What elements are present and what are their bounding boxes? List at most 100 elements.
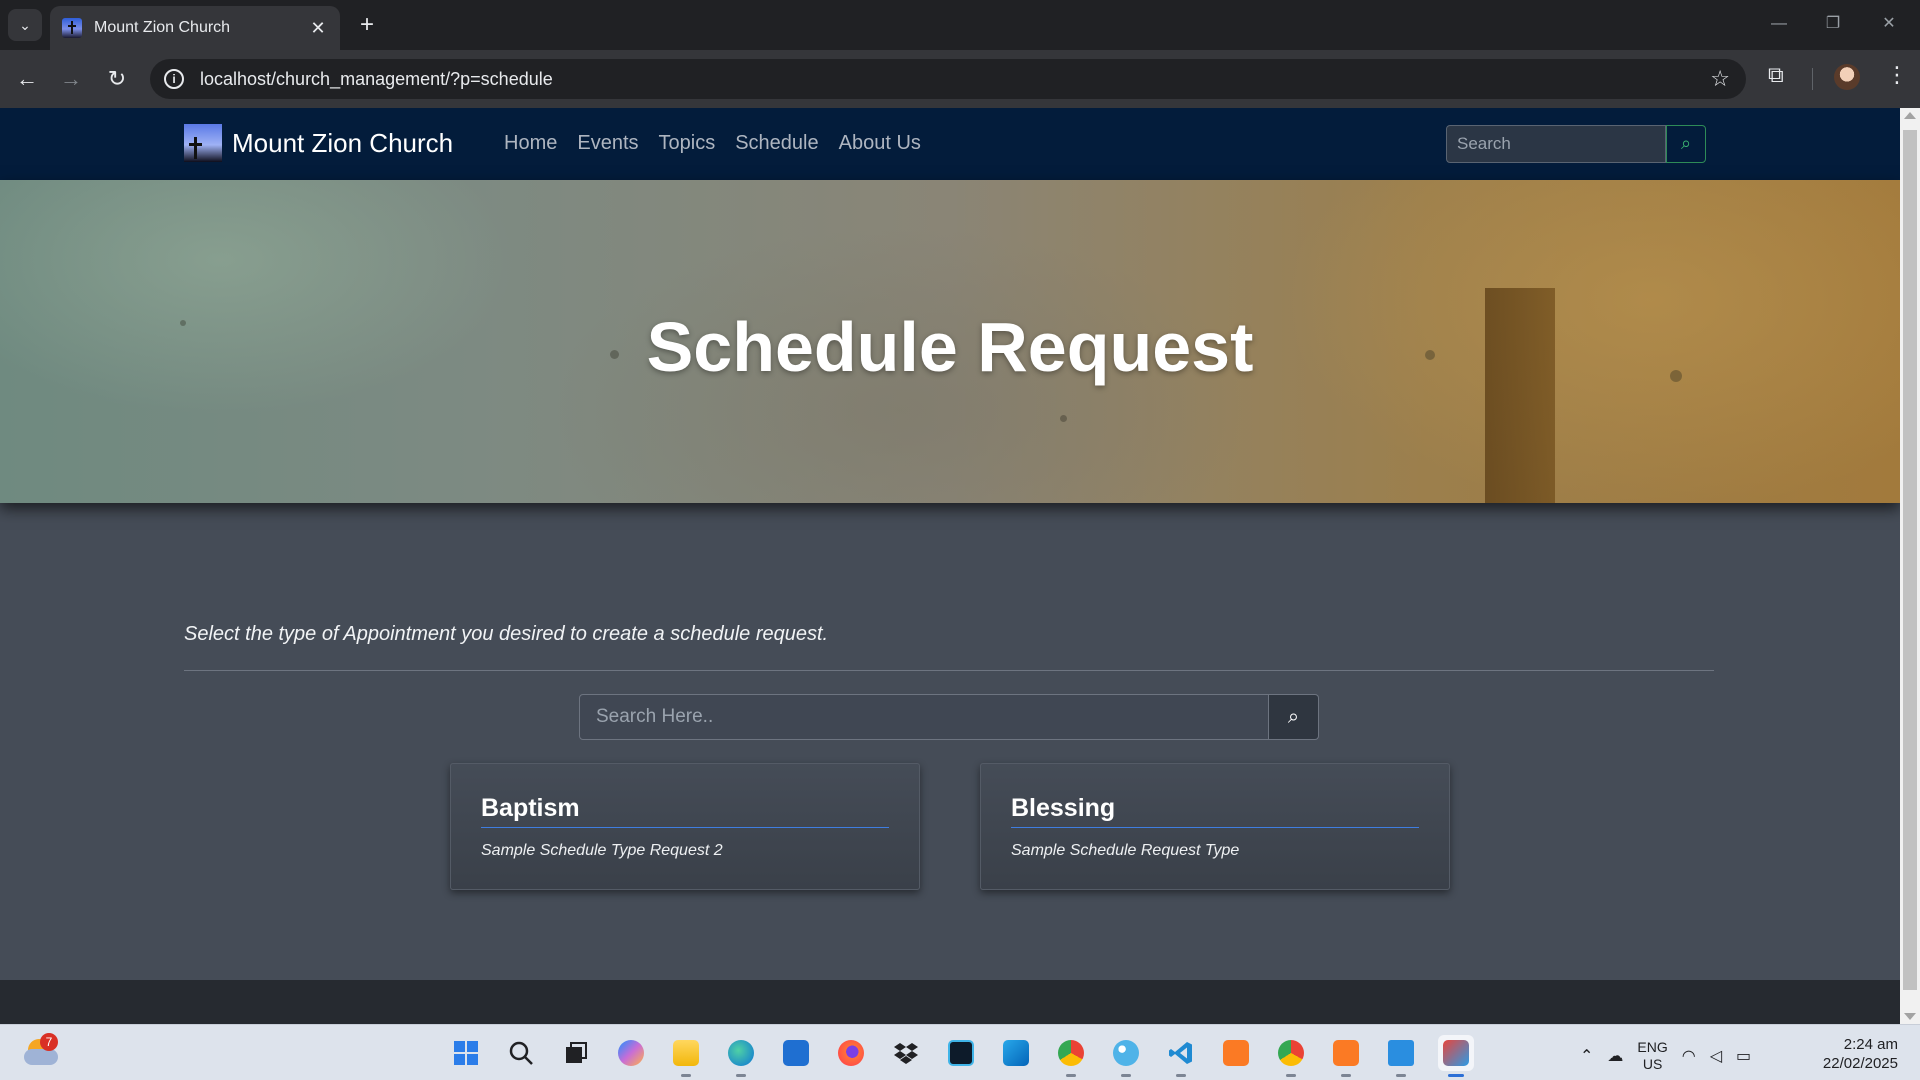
nav-link-topics[interactable]: Topics (659, 132, 716, 155)
file-explorer-app[interactable] (668, 1035, 704, 1077)
running-indicator (736, 1074, 746, 1077)
church-logo-icon (184, 124, 222, 162)
taskbar-clock[interactable]: 2:24 am 22/02/2025 (1810, 1035, 1898, 1073)
back-button[interactable]: ← (12, 64, 42, 94)
windows-taskbar: 7 ⌃ ☁ ENG US ◠ ◁ ▭ 2:24 am 22/02/2025 (0, 1024, 1920, 1080)
language-indicator[interactable]: ENG US (1637, 1039, 1667, 1073)
vscode-app[interactable] (1163, 1035, 1199, 1077)
browser-tab[interactable]: Mount Zion Church ✕ (50, 6, 340, 50)
page-scrollbar[interactable] (1900, 108, 1920, 1024)
schedule-type-card-blessing[interactable]: Blessing Sample Schedule Request Type (980, 763, 1450, 890)
clock-date: 22/02/2025 (1822, 1055, 1898, 1072)
card-description: Sample Schedule Type Request 2 (481, 842, 723, 859)
nav-link-home[interactable]: Home (504, 132, 557, 155)
volume-icon[interactable]: ◁ (1710, 1046, 1722, 1066)
toolbar-separator (1812, 68, 1813, 90)
running-indicator (1066, 1074, 1076, 1077)
windows-logo-icon (454, 1041, 478, 1065)
nav-link-about-us[interactable]: About Us (839, 132, 921, 155)
dropbox-icon (894, 1043, 918, 1064)
site-brand[interactable]: Mount Zion Church (184, 124, 453, 162)
outlook-icon (1003, 1040, 1029, 1066)
weather-widget[interactable]: 7 (24, 1033, 60, 1067)
notepad-app[interactable] (1383, 1035, 1419, 1077)
minimize-button[interactable]: — (1756, 8, 1802, 40)
chrome-profile-app[interactable] (1273, 1035, 1309, 1077)
search-icon: ⌕ (1680, 133, 1692, 153)
taskbar-apps (448, 1035, 1474, 1077)
scrollbar-thumb[interactable] (1903, 130, 1917, 990)
chevron-down-icon: ⌄ (19, 16, 31, 33)
edge-app[interactable] (723, 1035, 759, 1077)
paint-app[interactable] (1108, 1035, 1144, 1077)
address-bar[interactable]: i localhost/church_management/?p=schedul… (150, 59, 1746, 99)
cloud-icon (24, 1049, 58, 1065)
firefox-app[interactable] (833, 1035, 869, 1071)
vscode-icon (1169, 1042, 1192, 1064)
reload-button[interactable]: ↻ (102, 64, 132, 94)
appointment-search-input[interactable]: Search Here.. (579, 694, 1269, 740)
copilot-app[interactable] (613, 1035, 649, 1071)
browser-toolbar: ← → ↻ i localhost/church_management/?p=s… (0, 50, 1920, 108)
wifi-icon[interactable]: ◠ (1682, 1046, 1696, 1066)
site-info-icon[interactable]: i (164, 69, 184, 89)
notepad-icon (1388, 1040, 1414, 1066)
hero-banner: Schedule Request (0, 180, 1900, 503)
codepen-app[interactable] (943, 1035, 979, 1071)
nav-link-schedule[interactable]: Schedule (735, 132, 818, 155)
outlook-app[interactable] (998, 1035, 1034, 1071)
snipping-tool-app[interactable] (1438, 1035, 1474, 1077)
onedrive-icon[interactable]: ☁ (1607, 1046, 1623, 1066)
start-button[interactable] (448, 1035, 484, 1071)
appointment-search-button[interactable]: ⌕ (1269, 694, 1319, 740)
extensions-icon[interactable]: ⧉ (1768, 62, 1784, 88)
page-viewport: Mount Zion Church Home Events Topics Sch… (0, 108, 1920, 1024)
chevron-up-icon[interactable]: ⌃ (1580, 1046, 1593, 1066)
profile-avatar[interactable] (1834, 64, 1860, 90)
browser-menu-icon[interactable]: ⋮ (1886, 62, 1908, 88)
site-navbar: Mount Zion Church Home Events Topics Sch… (0, 108, 1900, 180)
dropbox-app[interactable] (888, 1035, 924, 1071)
taskbar-search-button[interactable] (503, 1035, 539, 1071)
clock-time: 2:24 am (1843, 1036, 1898, 1053)
search-icon (509, 1041, 533, 1065)
running-indicator (1176, 1074, 1186, 1077)
new-tab-button[interactable]: + (352, 10, 382, 40)
running-indicator (1286, 1074, 1296, 1077)
language-code: ENG (1637, 1039, 1668, 1055)
task-view-icon (566, 1042, 587, 1063)
xampp-control-app[interactable] (1328, 1035, 1364, 1077)
notification-badge: 7 (40, 1033, 58, 1051)
bookmark-star-icon[interactable]: ☆ (1710, 66, 1730, 92)
schedule-type-card-baptism[interactable]: Baptism Sample Schedule Type Request 2 (450, 763, 920, 890)
running-indicator (1396, 1074, 1406, 1077)
search-icon: ⌕ (1287, 706, 1300, 728)
task-view-button[interactable] (558, 1035, 594, 1071)
scroll-up-arrow-icon[interactable] (1904, 112, 1916, 119)
site-search-button[interactable]: ⌕ (1666, 125, 1706, 163)
site-search-input[interactable]: Search (1446, 125, 1666, 163)
store-icon (783, 1040, 809, 1066)
xampp-app[interactable] (1218, 1035, 1254, 1071)
battery-icon[interactable]: ▭ (1736, 1046, 1751, 1066)
browser-tab-bar: ⌄ Mount Zion Church ✕ + — ❐ ✕ (0, 0, 1920, 50)
running-indicator (1121, 1074, 1131, 1077)
site-footer (0, 980, 1900, 1024)
scroll-down-arrow-icon[interactable] (1904, 1013, 1916, 1020)
tab-list-button[interactable]: ⌄ (8, 9, 42, 41)
firefox-icon (838, 1040, 864, 1066)
close-window-button[interactable]: ✕ (1866, 8, 1912, 40)
paint-icon (1113, 1040, 1139, 1066)
xampp-icon (1333, 1040, 1359, 1066)
close-tab-icon[interactable]: ✕ (308, 18, 328, 39)
content-divider (184, 670, 1714, 671)
main-nav: Home Events Topics Schedule About Us (504, 132, 921, 155)
forward-button[interactable]: → (56, 64, 86, 94)
restore-button[interactable]: ❐ (1810, 8, 1856, 40)
url-text[interactable]: localhost/church_management/?p=schedule (200, 69, 553, 90)
store-app[interactable] (778, 1035, 814, 1071)
schedule-content: Select the type of Appointment you desir… (184, 623, 1714, 671)
brand-name: Mount Zion Church (232, 127, 454, 158)
chrome-app[interactable] (1053, 1035, 1089, 1077)
nav-link-events[interactable]: Events (577, 132, 638, 155)
